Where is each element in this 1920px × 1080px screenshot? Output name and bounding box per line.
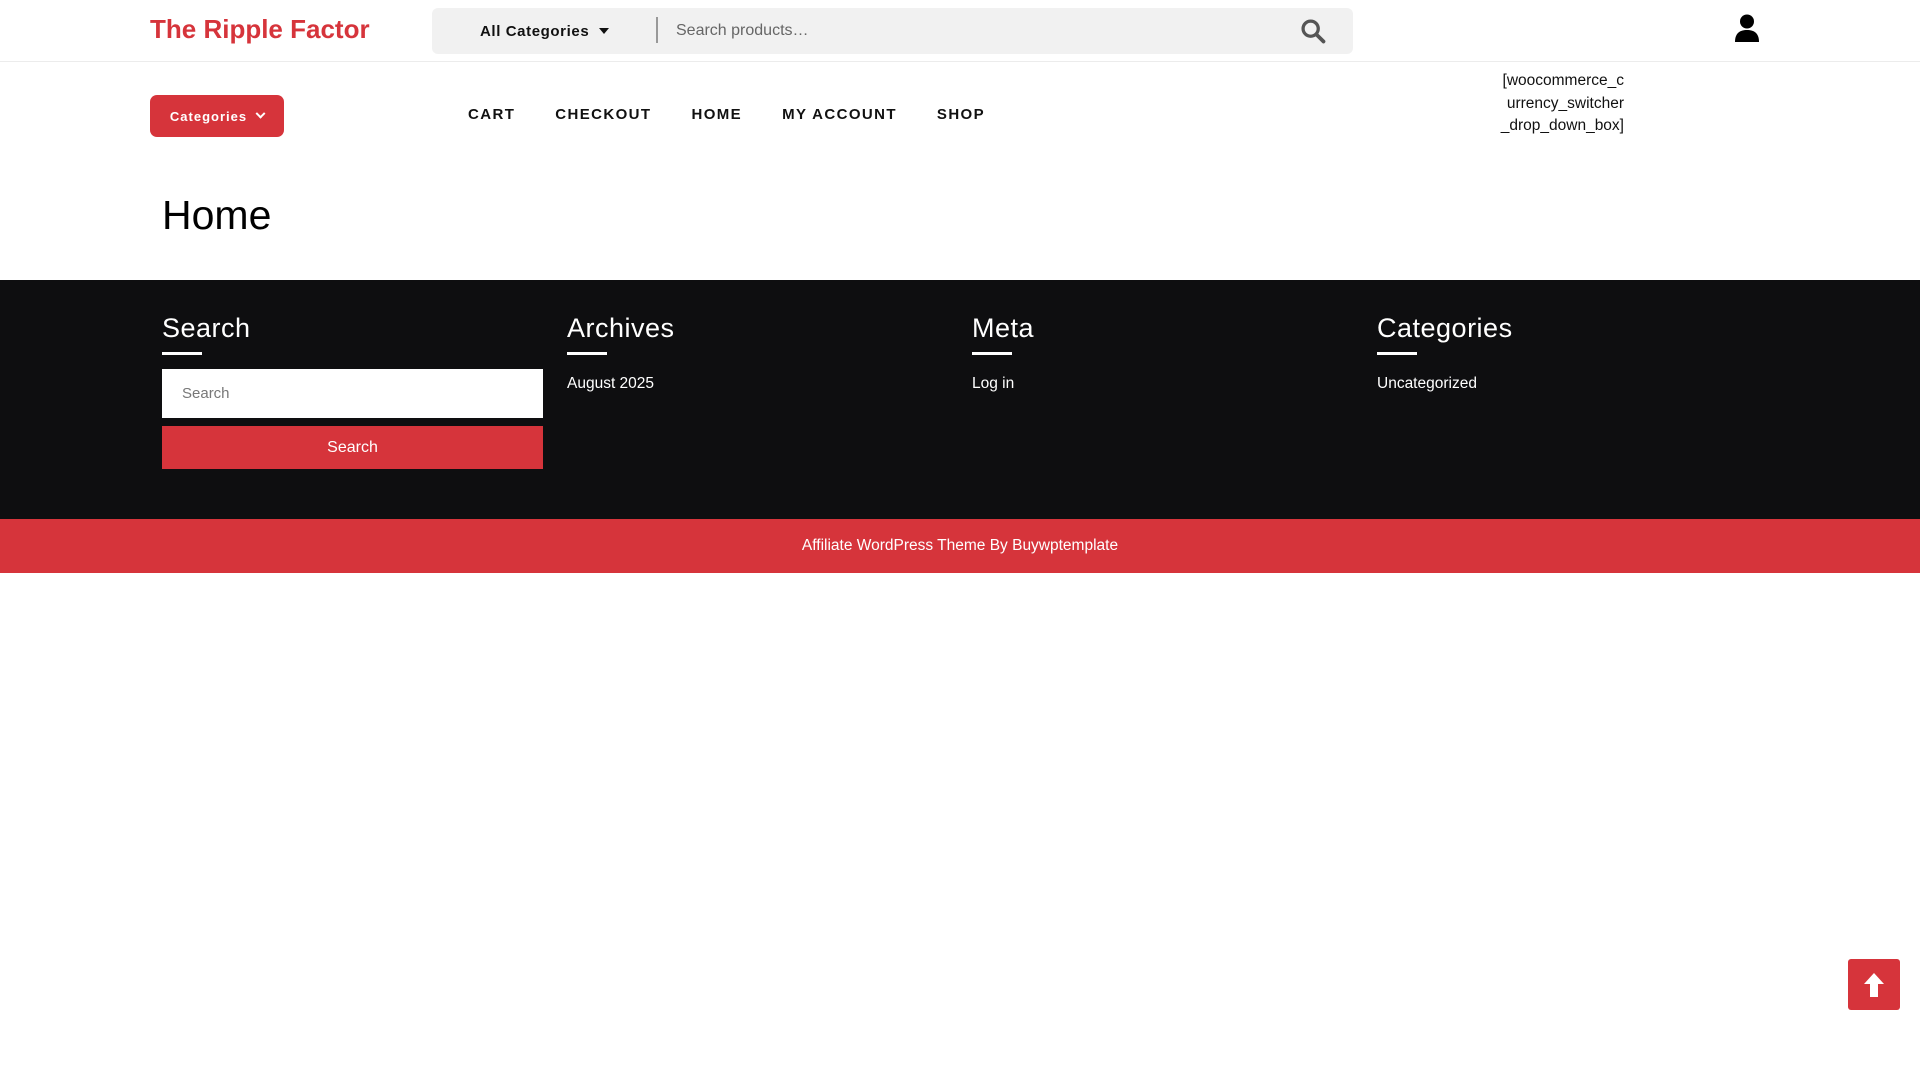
widget-title-archives: Archives: [567, 313, 675, 343]
nav-item-home[interactable]: HOME: [691, 106, 742, 123]
title-underline: [1377, 352, 1417, 355]
top-header: The Ripple Factor All Categories: [0, 0, 1920, 62]
footer-widgets: Search Search Archives August 2025 Meta …: [0, 280, 1920, 519]
archive-link[interactable]: August 2025: [567, 375, 654, 393]
title-underline: [162, 352, 202, 355]
category-dropdown-label: All Categories: [480, 22, 590, 40]
footer-search-button[interactable]: Search: [162, 426, 543, 469]
search-divider: [656, 17, 658, 43]
user-icon[interactable]: [1734, 14, 1760, 42]
widget-title-search: Search: [162, 313, 251, 343]
widget-title-categories: Categories: [1377, 313, 1513, 343]
footer-search-input[interactable]: [162, 369, 543, 418]
page-title: Home: [162, 192, 272, 238]
categories-button[interactable]: Categories: [150, 95, 284, 137]
category-dropdown[interactable]: All Categories: [480, 8, 610, 54]
back-to-top-button[interactable]: [1848, 959, 1900, 1010]
archives-widget: Archives August 2025: [567, 310, 949, 393]
widget-title-meta: Meta: [972, 313, 1035, 343]
main-navigation: CART CHECKOUT HOME MY ACCOUNT SHOP: [468, 106, 985, 123]
category-link[interactable]: Uncategorized: [1377, 375, 1477, 393]
caret-down-icon: [599, 28, 610, 34]
login-link[interactable]: Log in: [972, 375, 1014, 393]
categories-button-label: Categories: [169, 108, 248, 124]
categories-widget: Categories Uncategorized: [1377, 310, 1759, 393]
site-title[interactable]: The Ripple Factor: [150, 14, 370, 45]
nav-item-cart[interactable]: CART: [468, 106, 515, 123]
title-underline: [567, 352, 607, 355]
product-search-input[interactable]: [676, 8, 1276, 54]
arrow-up-icon: [1864, 972, 1884, 997]
copyright-bar: Affiliate WordPress Theme By Buywptempla…: [0, 519, 1920, 573]
chevron-down-icon: [255, 108, 266, 119]
search-icon[interactable]: [1299, 17, 1327, 45]
currency-switcher-shortcode: [woocommerce_currency_switcher_drop_down…: [1500, 72, 1624, 134]
nav-item-my-account[interactable]: MY ACCOUNT: [782, 106, 897, 123]
meta-widget: Meta Log in: [972, 310, 1354, 393]
title-underline: [972, 352, 1012, 355]
search-widget: Search Search: [162, 310, 544, 469]
nav-item-shop[interactable]: SHOP: [937, 106, 985, 123]
product-search-bar: All Categories: [432, 8, 1353, 54]
nav-item-checkout[interactable]: CHECKOUT: [555, 106, 651, 123]
copyright-text[interactable]: Affiliate WordPress Theme By Buywptempla…: [802, 537, 1118, 555]
